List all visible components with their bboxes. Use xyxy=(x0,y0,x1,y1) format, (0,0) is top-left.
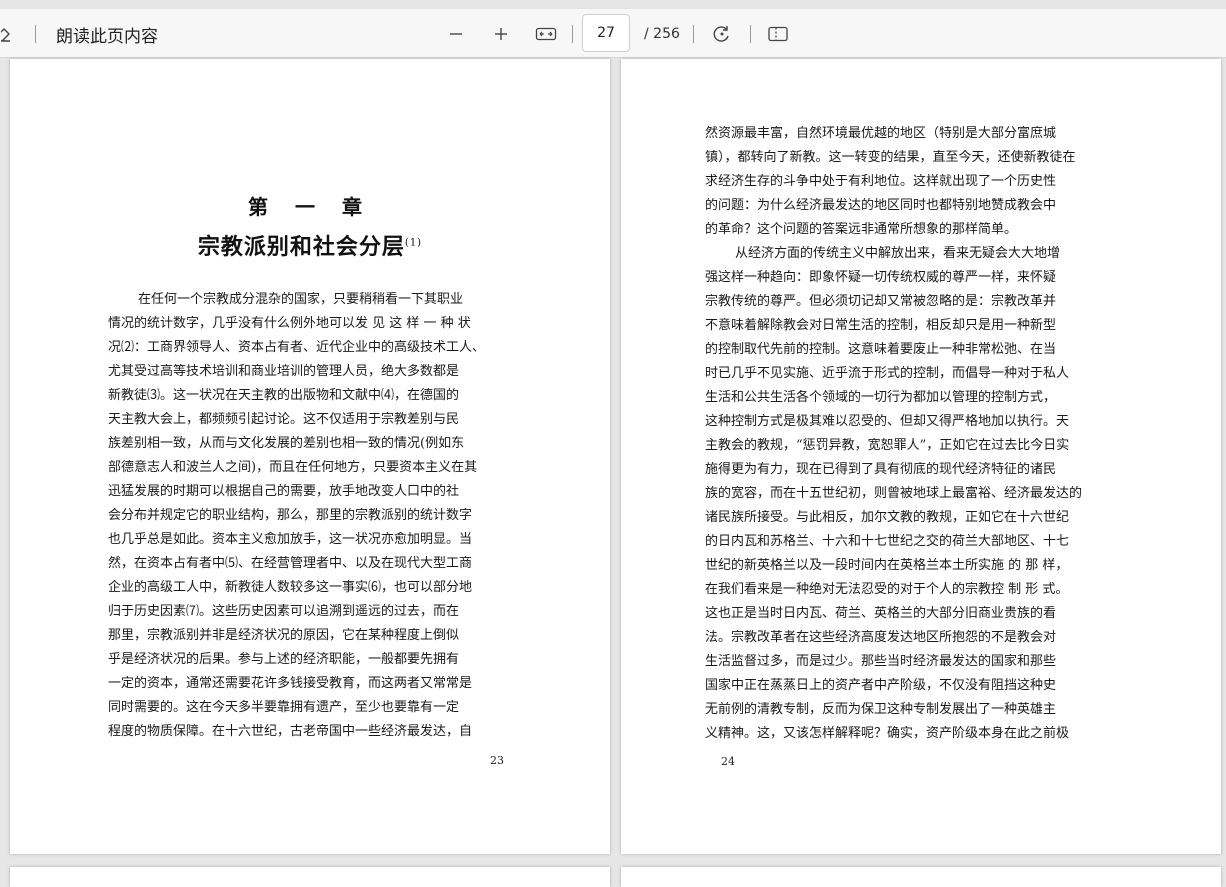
two-page-icon xyxy=(768,26,788,42)
text-line: 天主教大会上，都频频引起讨论。这不仅适用于宗教差别与民 xyxy=(108,412,460,427)
text-line: 义精神。这，又该怎样解释呢？确实，资产阶级本身在此之前极 xyxy=(705,726,1070,741)
page-number: 23 xyxy=(490,754,504,767)
text-line: 族差别相一致，从而与文化发展的差别也相一致的情况(例如东 xyxy=(108,436,465,451)
fit-width-button[interactable] xyxy=(533,9,559,59)
pdf-toolbar: 朗读此页内容 / 256 xyxy=(0,8,1226,58)
toolbar-divider xyxy=(750,25,751,43)
text-line: 的控制取代先前的控制。这意味着要废止一种非常松弛、在当 xyxy=(705,342,1057,357)
text-line: 同时需要的。这在今天多半要靠拥有遗产，至少也要靠有一定 xyxy=(108,700,460,715)
text-line: 程度的物质保障。在十六世纪，古老帝国中一些经济最发达，自 xyxy=(108,724,473,739)
page-number-input[interactable] xyxy=(582,14,630,52)
text-line: 这也正是当时日内瓦、荷兰、英格兰的大部分旧商业贵族的看 xyxy=(705,606,1057,621)
read-aloud-button[interactable]: 朗读此页内容 xyxy=(56,9,158,59)
chapter-title-text: 宗教派别和社会分层 xyxy=(197,234,405,260)
page-number: 24 xyxy=(721,755,735,768)
text-line: 在我们看来是一种绝对无法忍受的对于个人的宗教控 制 形 式。 xyxy=(705,582,1069,597)
text-line: 尤其受过高等技术培训和商业培训的管理人员，绝大多数都是 xyxy=(108,364,460,379)
text-line: 镇），都转向了新教。这一转变的结果，直至今天，还使新教徒在 xyxy=(705,150,1076,165)
text-line: 诸民族所接受。与此相反，加尔文教的教规，正如它在十六世纪 xyxy=(705,510,1070,525)
zoom-out-button[interactable] xyxy=(444,9,468,59)
chapter-title-note: (1) xyxy=(404,237,423,249)
text-line: 求经济生存的斗争中处于有利地位。这样就出现了一个历史性 xyxy=(705,174,1057,189)
text-line: 从经济方面的传统主义中解放出来，看来无疑会大大地增 xyxy=(735,246,1061,261)
chapter-number: 第 一 章 xyxy=(248,195,372,219)
text-line: 那里，宗教派别并非是经济状况的原因，它在某种程度上倒似 xyxy=(108,628,460,643)
fit-width-icon xyxy=(535,27,557,41)
text-line: 生活和公共生活各个领域的一切行为都加以管理的控制方式， xyxy=(705,390,1057,405)
pdf-page-left: 第 一 章 宗教派别和社会分层(1) 在任何一个宗教成分混杂的国家，只要稍稍看一… xyxy=(10,59,610,854)
rotate-icon xyxy=(713,26,729,42)
text-line: 乎是经济状况的后果。参与上述的经济职能，一般都要先拥有 xyxy=(108,652,460,667)
text-line: 然资源最丰富，自然环境最优越的地区（特别是大部分富庶城 xyxy=(705,126,1057,141)
text-line: 的日内瓦和苏格兰、十六和十七世纪之交的荷兰大部地区、十七 xyxy=(705,534,1070,549)
text-line: 情况的统计数字，几乎没有什么例外地可以发 见 这 样 一 种 状 xyxy=(108,316,471,331)
pdf-page-next-left xyxy=(10,867,610,887)
text-line: 迅猛发展的时期可以根据自己的需要，放手地改变人口中的社 xyxy=(108,484,460,499)
text-line: 的问题：为什么经济最发达的地区同时也都特别地赞成教会中 xyxy=(705,198,1057,213)
text-line: 时已几乎不见实施、近乎流于形式的控制，而倡导一种对于私人 xyxy=(705,366,1070,381)
text-line: 不意味着解除教会对日常生活的控制，相反却只是用一种新型 xyxy=(705,318,1057,333)
total-pages-label: / 256 xyxy=(644,26,680,42)
text-line: 法。宗教改革者在这些经济高度发达地区所抱怨的不是教会对 xyxy=(705,630,1057,645)
text-line: 然，在资本占有者中⑸、在经营管理者中、以及在现代大型工商 xyxy=(108,556,473,571)
toolbar-divider xyxy=(572,25,573,43)
chapter-title: 宗教派别和社会分层(1) xyxy=(10,229,610,261)
toolbar-divider xyxy=(35,25,36,43)
text-line: 这种控制方式是极其难以忍受的、但却又得严格地加以执行。天 xyxy=(705,414,1070,429)
pdf-page-right: 然资源最丰富，自然环境最优越的地区（特别是大部分富庶城 镇），都转向了新教。这一… xyxy=(621,59,1221,854)
text-line: 归于历史因素⑺。这些历史因素可以追溯到遥远的过去，而在 xyxy=(108,604,460,619)
text-line: 企业的高级工人中，新教徒人数较多这一事实⑹，也可以部分地 xyxy=(108,580,473,595)
text-line: 主教会的教规，“惩罚异教，宽恕罪人”，正如它在过去比今日实 xyxy=(705,438,1070,453)
text-line: 在任何一个宗教成分混杂的国家，只要稍稍看一下其职业 xyxy=(138,292,464,307)
text-line: 生活监督过多，而是过少。那些当时经济最发达的国家和那些 xyxy=(705,654,1057,669)
text-line: 宗教传统的尊严。但必须切记却又常被忽略的是：宗教改革并 xyxy=(705,294,1057,309)
zoom-in-button[interactable] xyxy=(489,9,513,59)
plus-icon xyxy=(495,28,507,40)
text-line: 无前例的清教专制，反而为保卫这种专制发展出了一种英雄主 xyxy=(705,702,1057,717)
text-line: 族的宽容，而在十五世纪初，则曾被地球上最富裕、经济最发达的 xyxy=(705,486,1083,501)
eraser-icon[interactable] xyxy=(0,9,20,59)
minus-icon xyxy=(450,33,462,35)
text-line: 的革命？这个问题的答案远非通常所想象的那样简单。 xyxy=(705,222,1018,237)
toolbar-divider xyxy=(693,25,694,43)
text-line: 一定的资本，通常还需要花许多钱接受教育，而这两者又常常是 xyxy=(108,676,473,691)
text-line: 况⑵：工商界领导人、资本占有者、近代企业中的高级技术工人、 xyxy=(108,340,486,355)
text-line: 国家中正在蒸蒸日上的资产者中产阶级，不仅没有阻挡这种史 xyxy=(705,678,1057,693)
page-view-button[interactable] xyxy=(765,9,791,59)
rotate-button[interactable] xyxy=(710,9,734,59)
text-line: 世纪的新英格兰以及一段时间内在英格兰本土所实施 的 那 样， xyxy=(705,558,1069,573)
text-line: 施得更为有力，现在已得到了具有彻底的现代经济特征的诸民 xyxy=(705,462,1057,477)
text-line: 强这样一种趋向：即象怀疑一切传统权威的尊严一样，来怀疑 xyxy=(705,270,1057,285)
text-line: 新教徒⑶。这一状况在天主教的出版物和文献中⑷，在德国的 xyxy=(108,388,460,403)
text-line: 会分布并规定它的职业结构，那么，那里的宗教派别的统计数字 xyxy=(108,508,473,523)
pdf-page-next-right xyxy=(621,867,1221,887)
text-line: 也几乎总是如此。资本主义愈加放手，这一状况亦愈加明显。当 xyxy=(108,532,473,547)
text-line: 部德意志人和波兰人之间)，而且在任何地方，只要资本主义在其 xyxy=(108,460,478,475)
document-viewer[interactable]: 第 一 章 宗教派别和社会分层(1) 在任何一个宗教成分混杂的国家，只要稍稍看一… xyxy=(0,59,1226,887)
